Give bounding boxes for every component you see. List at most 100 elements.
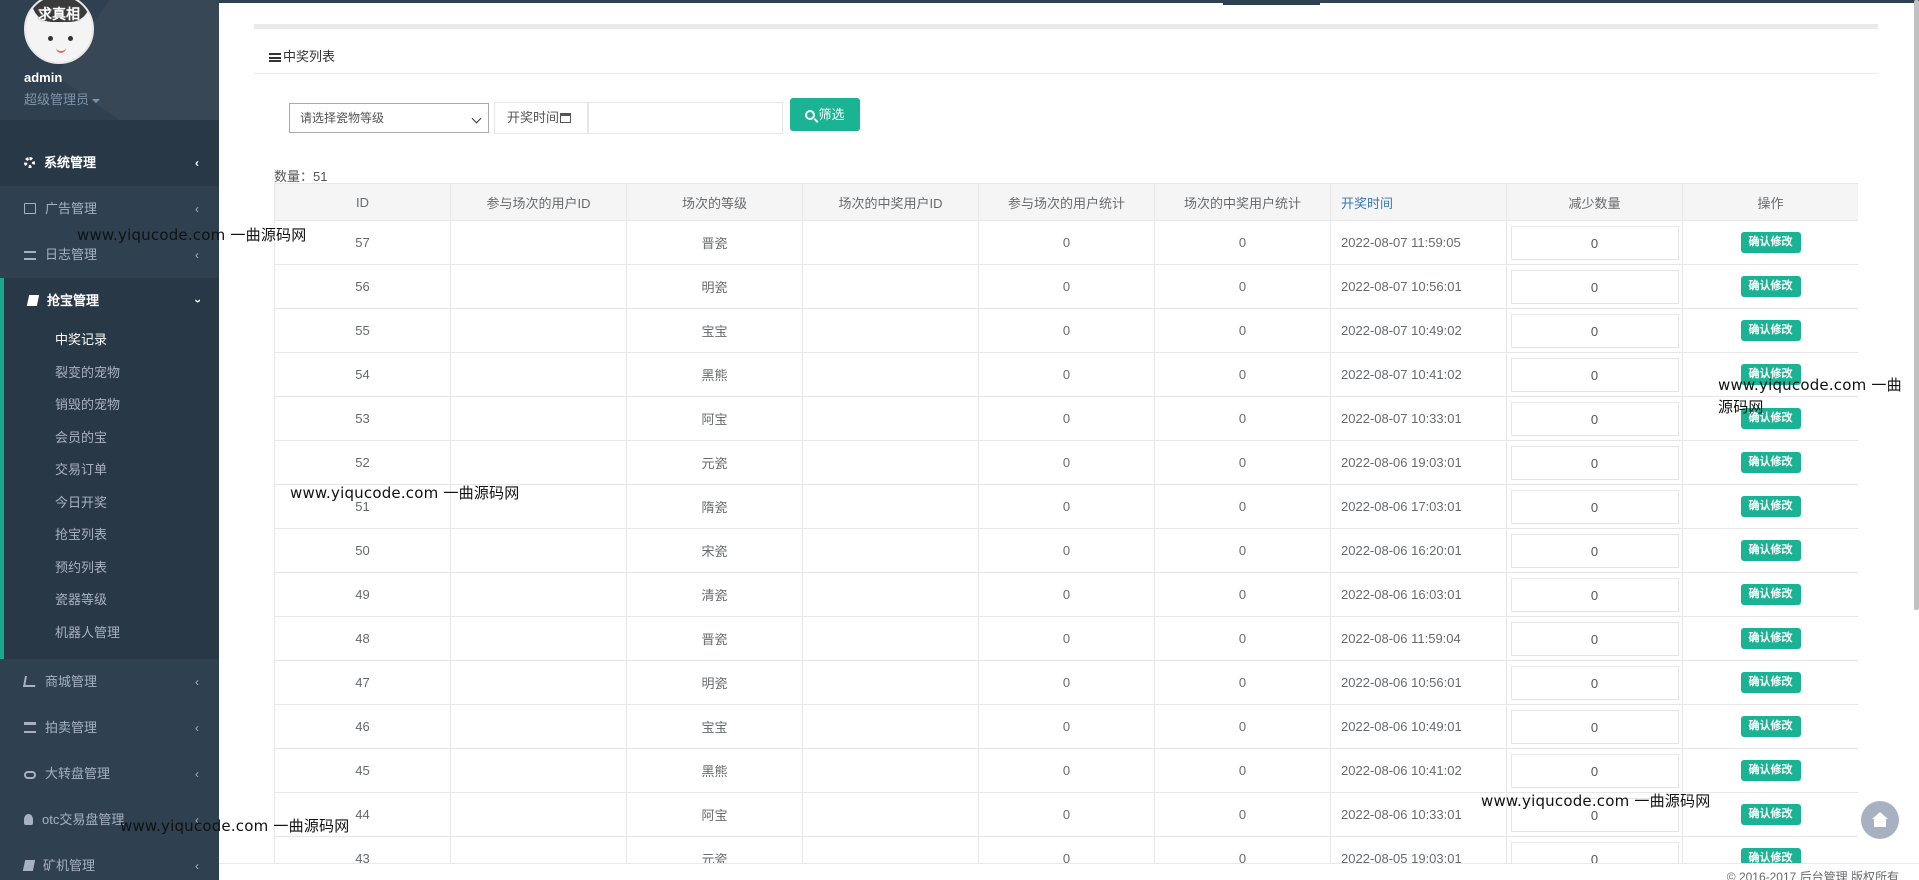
table-row: 46 宝宝 0 0 2022-08-06 10:49:01 0 确认修改 [274,704,1858,749]
cell-winner-id [802,220,979,265]
confirm-edit-button[interactable]: 确认修改 [1740,804,1801,825]
confirm-edit-button[interactable]: 确认修改 [1740,628,1801,649]
cell-user-ids [450,440,627,485]
cell-winner-id [802,660,979,705]
reduce-quantity-input[interactable]: 0 [1510,665,1679,700]
cell-draw-time: 2022-08-06 10:49:01 [1330,704,1507,749]
home-button[interactable] [1861,801,1899,839]
watermark-text: www.yiqucode.com 一曲源码网 [1718,376,1902,416]
cell-level: 阿宝 [626,792,803,837]
submenu-item-robots[interactable]: 机器人管理 [4,617,219,650]
confirm-edit-button[interactable]: 确认修改 [1740,848,1801,863]
reduce-quantity-input[interactable]: 0 [1510,357,1679,392]
reduce-quantity-input[interactable]: 0 [1510,533,1679,568]
cell-user-count: 0 [978,396,1155,441]
cell-action: 确认修改 [1682,484,1858,529]
avatar-mouth [56,48,66,53]
reduce-quantity-input[interactable]: 0 [1510,621,1679,656]
submenu-item-porcelain-levels[interactable]: 瓷器等级 [4,584,219,617]
cell-level: 明瓷 [626,264,803,309]
table-row: 43 元瓷 0 0 2022-08-05 19:03:01 0 确认修改 [274,836,1858,863]
records-table-wrapper: ID 参与场次的用户ID 场次的等级 场次的中奖用户ID 参与场次的用户统计 场… [274,183,1858,863]
submenu-item-treasure-list[interactable]: 抢宝列表 [4,519,219,552]
role-dropdown[interactable]: 超级管理员 [24,89,101,108]
table-row: 55 宝宝 0 0 2022-08-07 10:49:02 0 确认修改 [274,308,1858,353]
cell-draw-time: 2022-08-06 17:03:01 [1330,484,1507,529]
cell-winner-id [802,616,979,661]
confirm-edit-button[interactable]: 确认修改 [1740,232,1801,253]
side-menu: 系统管理 ‹ 广告管理 ‹ 日志管理 ‹ 抢宝管理 ‹ 中奖记录 裂变的宠物 销 [0,140,219,880]
date-input[interactable] [588,102,783,134]
menu-item-label: 商城管理 [45,674,98,689]
username: admin [24,70,63,85]
submenu-item-fission-pets[interactable]: 裂变的宠物 [4,357,219,390]
cell-action: 确认修改 [1682,704,1858,749]
menu-item-wheel[interactable]: 大转盘管理 ‹ [0,751,219,797]
cell-reduce: 0 [1506,308,1683,353]
cell-user-ids [450,616,627,661]
avatar[interactable]: 求真相 [24,0,94,64]
reduce-quantity-input[interactable]: 0 [1510,577,1679,612]
submenu-item-win-records[interactable]: 中奖记录 [4,324,219,357]
confirm-edit-button[interactable]: 确认修改 [1740,276,1801,297]
menu-item-system[interactable]: 系统管理 ‹ [0,140,219,186]
column-header-sortable[interactable]: 开奖时间 [1330,183,1507,221]
table-row: 53 阿宝 0 0 2022-08-07 10:33:01 0 确认修改 [274,396,1858,441]
cell-level: 元瓷 [626,836,803,863]
cell-winner-id [802,396,979,441]
cell-win-count: 0 [1154,484,1331,529]
cell-reduce: 0 [1506,704,1683,749]
submenu-item-member-treasure[interactable]: 会员的宝 [4,422,219,455]
cell-win-count: 0 [1154,396,1331,441]
confirm-edit-button[interactable]: 确认修改 [1740,672,1801,693]
submenu-item-destroyed-pets[interactable]: 销毁的宠物 [4,389,219,422]
filter-button[interactable]: 筛选 [790,98,860,131]
table-row: 56 明瓷 0 0 2022-08-07 10:56:01 0 确认修改 [274,264,1858,309]
panel-top-border [254,24,1878,29]
chevron-left-icon: ‹ [195,859,199,873]
reduce-quantity-input[interactable]: 0 [1510,225,1679,260]
reduce-quantity-input[interactable]: 0 [1510,313,1679,348]
cell-winner-id [802,572,979,617]
panel-title: 中奖列表 [269,46,335,65]
menu-item-shop[interactable]: 商城管理 ‹ [0,659,219,705]
confirm-edit-button[interactable]: 确认修改 [1740,496,1801,517]
cell-reduce: 0 [1506,352,1683,397]
reduce-quantity-input[interactable]: 0 [1510,489,1679,524]
cell-action: 确认修改 [1682,748,1858,793]
reduce-quantity-input[interactable]: 0 [1510,709,1679,744]
menu-item-auction[interactable]: 拍卖管理 ‹ [0,705,219,751]
reduce-quantity-input[interactable]: 0 [1510,269,1679,304]
scrollbar[interactable] [1914,0,1919,610]
level-select[interactable]: 请选择瓷物等级 [289,103,489,133]
cell-win-count: 0 [1154,264,1331,309]
cell-winner-id [802,792,979,837]
cell-user-count: 0 [978,836,1155,863]
submenu-item-today-draw[interactable]: 今日开奖 [4,487,219,520]
cell-user-count: 0 [978,704,1155,749]
confirm-edit-button[interactable]: 确认修改 [1740,760,1801,781]
cell-draw-time: 2022-08-05 19:03:01 [1330,836,1507,863]
cell-level: 元瓷 [626,440,803,485]
confirm-edit-button[interactable]: 确认修改 [1740,320,1801,341]
submenu-item-orders[interactable]: 交易订单 [4,454,219,487]
cell-id: 50 [274,528,451,573]
confirm-edit-button[interactable]: 确认修改 [1740,540,1801,561]
confirm-edit-button[interactable]: 确认修改 [1740,584,1801,605]
confirm-edit-button[interactable]: 确认修改 [1740,452,1801,473]
reduce-quantity-input[interactable]: 0 [1510,841,1679,863]
reduce-quantity-input[interactable]: 0 [1510,445,1679,480]
menu-item-miner[interactable]: 矿机管理 ‹ [0,843,219,880]
column-header: 场次的等级 [626,183,803,221]
cell-level: 宋瓷 [626,528,803,573]
menu-item-treasure[interactable]: 抢宝管理 ‹ [4,278,219,324]
submenu-item-reservations[interactable]: 预约列表 [4,552,219,585]
cell-reduce: 0 [1506,528,1683,573]
reduce-quantity-input[interactable]: 0 [1510,401,1679,436]
reduce-quantity-input[interactable]: 0 [1510,753,1679,788]
chevron-down-icon: ‹ [190,299,204,303]
bank-icon [24,722,36,733]
cell-user-count: 0 [978,220,1155,265]
active-page-tab[interactable] [1223,0,1320,5]
confirm-edit-button[interactable]: 确认修改 [1740,716,1801,737]
